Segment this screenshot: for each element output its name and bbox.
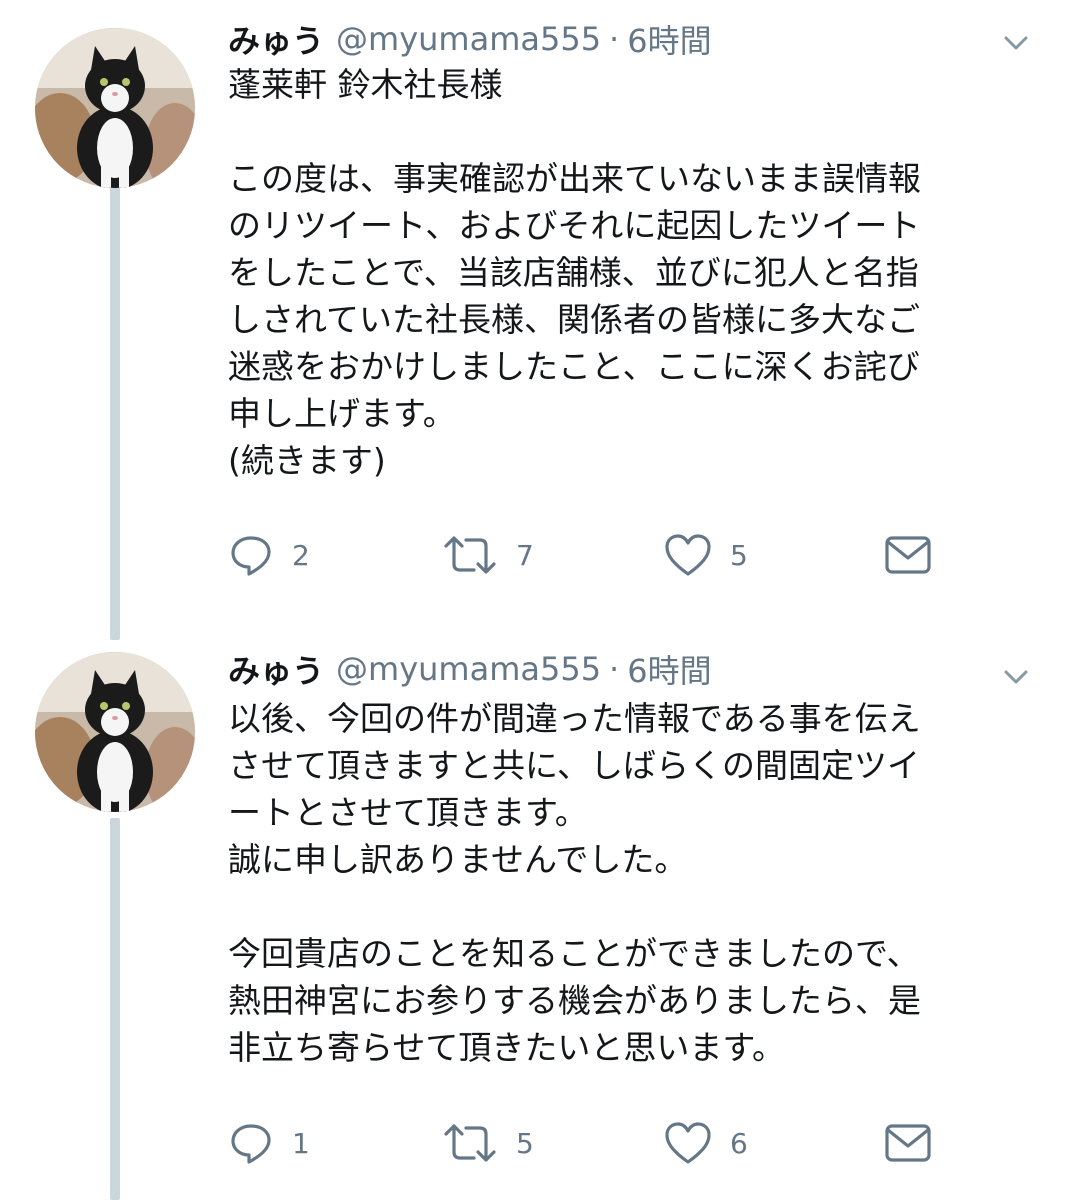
tweet-actions: 1 5 6 — [228, 1115, 988, 1171]
tweet-line: 蓬莱軒 鈴木社長様 — [228, 65, 503, 104]
reply-button[interactable]: 2 — [228, 527, 310, 583]
tweet-line: 今回貴店のことを知ることができましたので、 — [228, 934, 920, 973]
tweet-text: 以後、今回の件が間違った情報である事を伝え させて頂きますと共に、しばらくの間固… — [228, 695, 1028, 1071]
reply-icon — [231, 1124, 271, 1164]
user-handle[interactable]: @myumama555 — [336, 20, 601, 58]
chevron-down-icon[interactable] — [1000, 27, 1032, 59]
like-button[interactable]: 6 — [664, 1115, 748, 1171]
tweet-line: 申し上げます。 — [228, 394, 456, 433]
envelope-icon — [885, 536, 931, 574]
tweet-line: 誠に申し訳ありませんでした。 — [228, 840, 688, 879]
tweet-line: 非立ち寄らせて頂きたいと思います。 — [228, 1028, 786, 1067]
user-handle[interactable]: @myumama555 — [336, 650, 601, 688]
tweet-header: みゅう @myumama555 · 6時間 — [228, 645, 712, 693]
avatar[interactable] — [35, 652, 195, 812]
tweet-text: 蓬莱軒 鈴木社長様 この度は、事実確認が出来ていないまま誤情報 のリツイート、お… — [228, 61, 1028, 484]
reply-count: 2 — [292, 538, 310, 572]
timestamp[interactable]: 6時間 — [627, 16, 711, 62]
heart-icon — [665, 534, 711, 576]
tweet-line: 以後、今回の件が間違った情報である事を伝え — [228, 699, 921, 738]
like-count: 5 — [730, 538, 748, 572]
tweet-header: みゅう @myumama555 · 6時間 — [228, 15, 712, 63]
display-name[interactable]: みゅう — [228, 16, 324, 62]
separator: · — [609, 20, 620, 58]
tweet-line: ートとさせて頂きます。 — [228, 793, 588, 832]
tweet-line: をしたことで、当該店舗様、並びに犯人と名指 — [228, 253, 919, 292]
like-count: 6 — [730, 1126, 748, 1160]
reply-icon — [231, 536, 271, 576]
reply-count: 1 — [292, 1126, 310, 1160]
like-button[interactable]: 5 — [664, 527, 748, 583]
tweet-actions: 2 7 5 — [228, 527, 988, 583]
tweet-line: 熱田神宮にお参りする機会がありましたら、是 — [228, 981, 921, 1020]
retweet-icon — [444, 1124, 496, 1162]
reply-button[interactable]: 1 — [228, 1115, 310, 1171]
timeline: みゅう @myumama555 · 6時間 蓬莱軒 鈴木社長様 この度は、事実確… — [0, 0, 1070, 1200]
dm-button[interactable] — [884, 1115, 932, 1171]
retweet-count: 7 — [516, 538, 534, 572]
tweet-line: (続きます) — [228, 441, 386, 480]
separator: · — [609, 650, 620, 688]
tweet-line: させて頂きますと共に、しばらくの間固定ツイ — [228, 746, 921, 785]
cat-avatar-icon — [35, 28, 195, 188]
retweet-button[interactable]: 7 — [442, 527, 534, 583]
envelope-icon — [885, 1124, 931, 1162]
dm-button[interactable] — [884, 527, 932, 583]
timestamp[interactable]: 6時間 — [627, 646, 711, 692]
chevron-down-icon[interactable] — [1000, 661, 1032, 693]
tweet[interactable]: みゅう @myumama555 · 6時間 蓬莱軒 鈴木社長様 この度は、事実確… — [0, 15, 1070, 615]
tweet-line: のリツイート、およびそれに起因したツイート — [228, 206, 921, 245]
display-name[interactable]: みゅう — [228, 646, 324, 692]
retweet-button[interactable]: 5 — [442, 1115, 534, 1171]
tweet-line: 迷惑をおかけしましたこと、ここに深くお詫び — [228, 347, 920, 386]
avatar[interactable] — [35, 28, 195, 188]
cat-avatar-icon — [35, 652, 195, 812]
tweet[interactable]: みゅう @myumama555 · 6時間 以後、今回の件が間違った情報である事… — [0, 645, 1070, 1200]
tweet-line: この度は、事実確認が出来ていないまま誤情報 — [228, 159, 921, 198]
heart-icon — [665, 1122, 711, 1164]
retweet-icon — [444, 536, 496, 574]
tweet-line: しされていた社長様、関係者の皆様に多大なご — [228, 300, 921, 339]
retweet-count: 5 — [516, 1126, 534, 1160]
